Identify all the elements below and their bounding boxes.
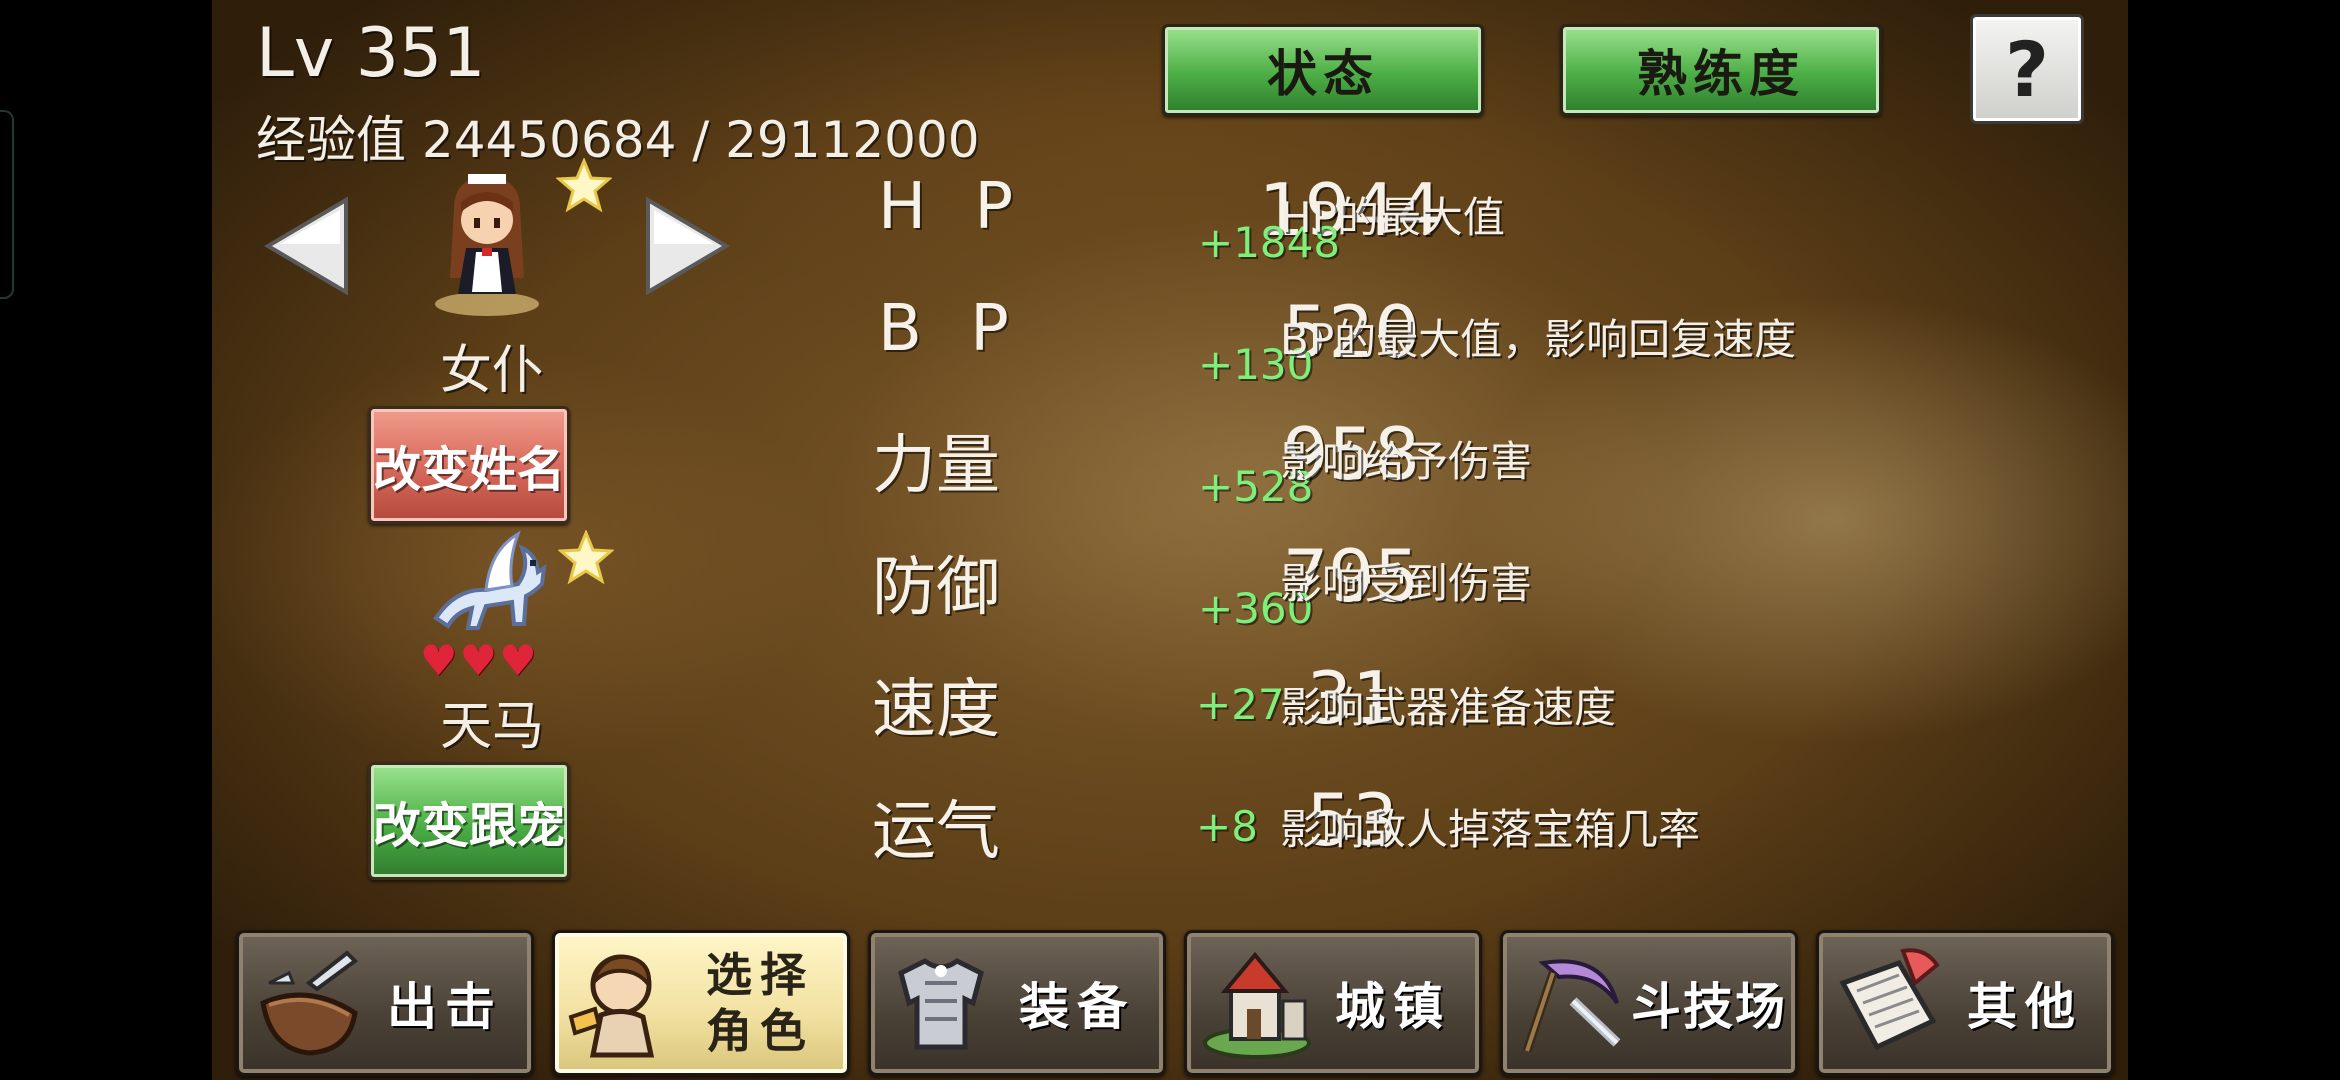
- stat-description: 影响武器准备速度: [1280, 683, 1617, 732]
- stat-description: 影响给予伤害: [1280, 437, 1533, 486]
- help-button[interactable]: ?: [1970, 14, 2084, 124]
- pet-name: 天马: [440, 697, 545, 757]
- nav-select-character-line2: 角色: [706, 1004, 814, 1058]
- stat-label: 速度: [872, 673, 1000, 747]
- stat-label: H P: [878, 170, 1028, 244]
- nav-equipment[interactable]: 装备: [868, 930, 1166, 1076]
- level-text: Lv 351: [256, 14, 486, 93]
- nav-arena[interactable]: 斗技场: [1500, 930, 1798, 1076]
- armor-icon: [898, 958, 984, 1050]
- character-star-icon: [556, 158, 612, 213]
- right-letterbox: [2128, 0, 2340, 1080]
- stat-description: 影响敌人掉落宝箱几率: [1280, 805, 1701, 854]
- status-screen: Lv 351 经验值 24450684 / 29112000 状态 熟练度 ?: [212, 0, 2128, 1080]
- rename-button[interactable]: 改变姓名: [368, 406, 570, 524]
- arena-scythe-icon: [1522, 959, 1621, 1053]
- town-icon: [1203, 951, 1311, 1059]
- rename-button-label: 改变姓名: [372, 442, 565, 498]
- nav-arena-label: 斗技场: [1631, 978, 1787, 1036]
- stat-label: 防御: [872, 551, 1000, 625]
- left-letterbox: [0, 0, 212, 1080]
- pegasus-pet-sprite-icon: [433, 530, 547, 630]
- nav-town[interactable]: 城镇: [1184, 930, 1482, 1076]
- nav-other-label: 其他: [1967, 978, 2083, 1036]
- nav-other[interactable]: 其他: [1816, 930, 2114, 1076]
- nav-sortie[interactable]: 出击: [236, 930, 534, 1076]
- nav-select-character-label: 选择 角色: [683, 933, 837, 1073]
- exp-current: 24450684: [421, 111, 677, 169]
- character-icon: [568, 954, 655, 1058]
- previous-character-arrow-icon[interactable]: [262, 196, 352, 296]
- tab-status[interactable]: 状态: [1162, 24, 1484, 116]
- nav-select-character[interactable]: 选择 角色: [552, 930, 850, 1076]
- stat-label: B P: [878, 292, 1023, 366]
- stat-description: BP的最大值，影响回复速度: [1280, 315, 1797, 364]
- edge-gesture-handle[interactable]: [0, 110, 14, 299]
- pet-star-icon: [558, 530, 614, 585]
- exp-label: 经验值: [256, 111, 406, 169]
- exp-readout: 经验值 24450684 / 29112000: [256, 100, 980, 172]
- tab-proficiency-label: 熟练度: [1637, 45, 1805, 103]
- stat-bonus: +8: [1196, 802, 1258, 851]
- nav-town-label: 城镇: [1335, 978, 1451, 1036]
- nav-equipment-label: 装备: [1019, 978, 1135, 1036]
- scroll-icon: [1839, 948, 1940, 1051]
- pot-icon: [260, 950, 359, 1056]
- change-pet-button[interactable]: 改变跟宠: [368, 762, 570, 880]
- help-icon: ?: [2004, 24, 2050, 114]
- next-character-arrow-icon[interactable]: [642, 196, 732, 296]
- nav-select-character-line1: 选择: [706, 948, 814, 1002]
- tab-status-label: 状态: [1267, 45, 1379, 103]
- stat-bonus: +27: [1196, 680, 1285, 729]
- stat-description: HP的最大值: [1280, 193, 1505, 242]
- character-name: 女仆: [440, 341, 545, 401]
- nav-sortie-label: 出击: [387, 978, 503, 1036]
- stat-label: 力量: [872, 429, 1000, 503]
- stat-label: 运气: [872, 795, 1000, 869]
- change-pet-button-label: 改变跟宠: [372, 798, 565, 854]
- tab-proficiency[interactable]: 熟练度: [1560, 24, 1882, 116]
- stat-description: 影响受到伤害: [1280, 559, 1533, 608]
- maid-character-sprite-icon: [435, 174, 539, 316]
- exp-separator: /: [692, 111, 710, 169]
- pet-affection-hearts: ♥♥♥: [420, 636, 539, 685]
- exp-max: 29112000: [725, 111, 980, 169]
